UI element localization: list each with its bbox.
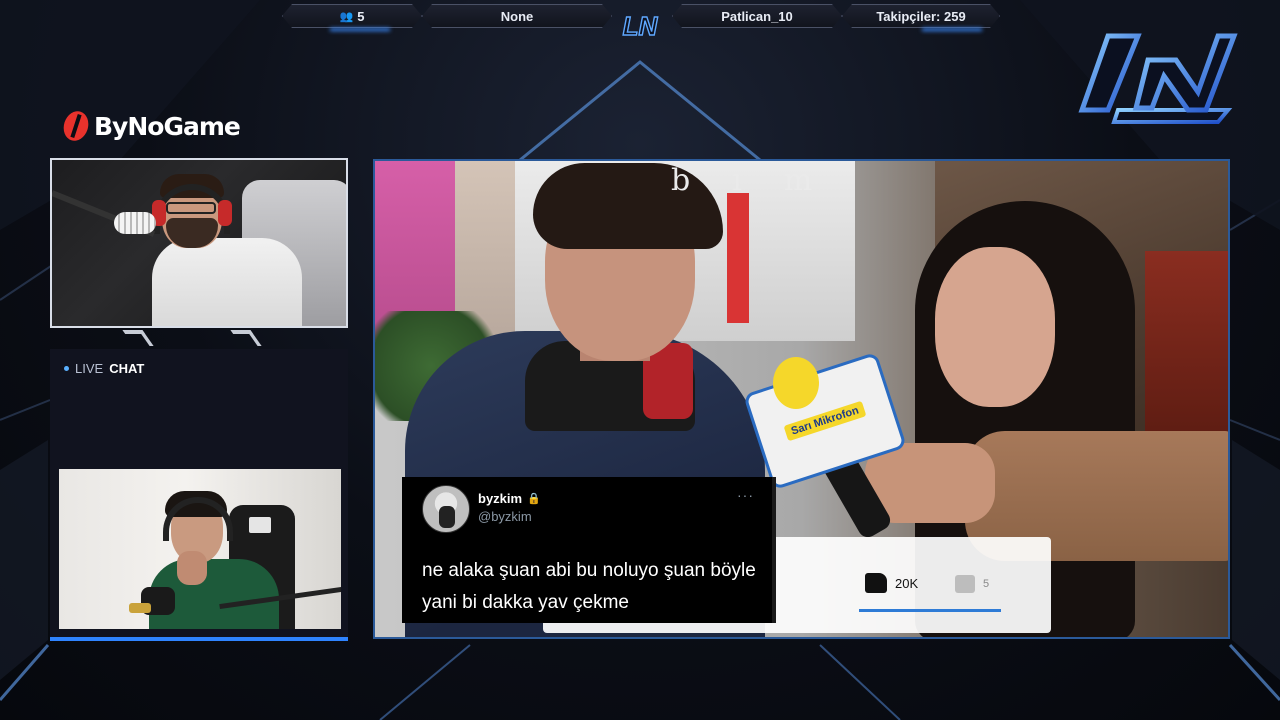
viewer-count-segment: 👥 5 <box>282 4 422 28</box>
dislike-count: 5 <box>983 578 990 590</box>
lock-icon: 🔒 <box>527 493 541 505</box>
sponsor-name: ByNoGame <box>94 111 241 141</box>
more-options-icon[interactable]: ··· <box>737 487 754 503</box>
guest-webcam <box>59 469 341 629</box>
username-segment: Patlican_10 <box>672 4 842 28</box>
viewer-count: 5 <box>357 8 365 24</box>
live-dot-icon <box>64 366 69 371</box>
guest-hand <box>177 551 207 585</box>
like-count: 20K <box>895 575 919 591</box>
like-button[interactable]: 20K <box>865 573 918 593</box>
game-name: None <box>500 8 534 24</box>
video-overlay-text: bim <box>671 163 855 198</box>
video-shop <box>1145 251 1228 441</box>
thumbs-up-icon <box>865 573 887 593</box>
like-ratio-bar <box>859 609 1001 612</box>
top-glow-right <box>922 28 982 31</box>
webcam-headset-ear-right <box>218 200 232 226</box>
top-glow-left <box>330 28 390 31</box>
tweet-author: byzkim 🔒 <box>478 491 541 506</box>
tweet-card: byzkim 🔒 @byzkim ··· ne alaka şuan abi b… <box>402 477 776 623</box>
streamer-webcam <box>50 158 348 328</box>
sponsor-logo: ByNoGame <box>59 108 241 144</box>
tweet-avatar <box>422 485 470 533</box>
channel-logo-large <box>1078 33 1238 124</box>
chat-accent-bar <box>50 637 348 641</box>
user-group-icon: 👥 <box>339 10 354 23</box>
tweet-text: ne alaka şuan abi bu noluyo şuan böyle y… <box>422 560 756 613</box>
video-woman-face <box>935 247 1055 407</box>
live-label: LIVE <box>75 361 104 376</box>
tweet-author-name: byzkim <box>478 491 523 506</box>
chair-badge-icon <box>249 517 271 533</box>
video-mic-ball <box>773 357 819 409</box>
tweet-handle: @byzkim <box>478 509 532 524</box>
live-chat-header: LIVE CHAT <box>64 361 144 376</box>
sponsor-mark-icon <box>59 108 93 144</box>
username: Patlican_10 <box>721 8 793 24</box>
webcam-person-body <box>152 238 302 326</box>
webcam-microphone <box>114 212 156 234</box>
video-banner <box>727 193 749 323</box>
followers-segment: Takipçiler: 259 <box>842 4 1000 28</box>
game-segment: None <box>422 4 612 28</box>
chat-label: CHAT <box>109 361 145 376</box>
thumbs-down-icon <box>955 575 975 593</box>
followers-count: Takipçiler: 259 <box>876 8 966 24</box>
guest-watch <box>129 603 151 613</box>
dislike-button[interactable]: 5 <box>955 575 989 593</box>
channel-logo-small: LN <box>622 10 658 41</box>
